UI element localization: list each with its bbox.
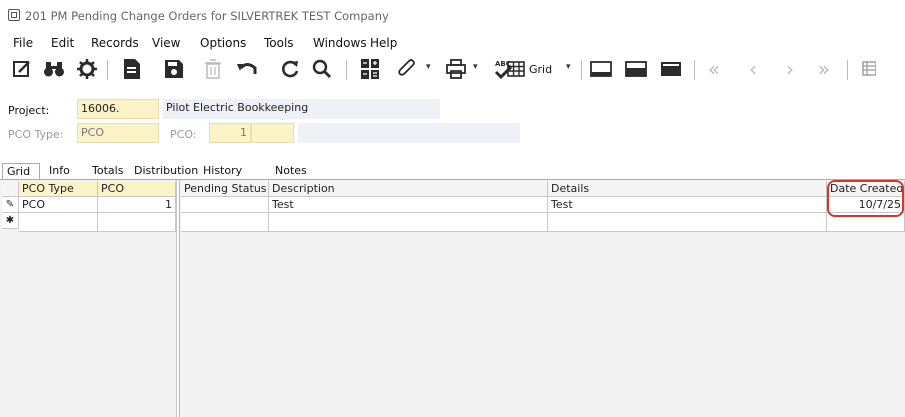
first-record-icon[interactable]: « — [701, 56, 727, 82]
prev-record-icon[interactable]: ‹ — [740, 56, 766, 82]
menu-file[interactable]: File — [13, 36, 33, 50]
grid-icon[interactable] — [504, 56, 528, 82]
window-title: 201 PM Pending Change Orders for SILVERT… — [25, 9, 389, 23]
search-icon[interactable] — [309, 56, 335, 82]
layout-bottom-icon[interactable] — [588, 56, 614, 82]
new-row-cell-pco-type[interactable] — [19, 213, 98, 232]
toolbar-separator — [694, 60, 695, 80]
print-icon[interactable] — [443, 56, 469, 82]
column-header-description[interactable]: Description — [269, 181, 548, 197]
cell-pco[interactable]: 1 — [98, 197, 176, 213]
print-dropdown-icon[interactable]: ▾ — [473, 62, 478, 72]
grid-view-label[interactable]: Grid — [529, 63, 552, 76]
attach-dropdown-icon[interactable]: ▾ — [426, 62, 431, 72]
menu-tools[interactable]: Tools — [264, 36, 294, 50]
pco-label: PCO: — [170, 128, 197, 141]
column-header-pco-type[interactable]: PCO Type — [19, 181, 98, 197]
cell-date-created[interactable]: 10/7/25 — [827, 197, 905, 213]
new-row-marker[interactable]: ✱ — [2, 213, 19, 229]
menu-windows[interactable]: Windows — [313, 36, 367, 50]
toolbar-separator — [847, 60, 848, 80]
project-name-field: Pilot Electric Bookkeeping — [163, 99, 440, 119]
menu-edit[interactable]: Edit — [51, 36, 74, 50]
project-field[interactable]: 16006. — [77, 99, 159, 119]
tab-totals[interactable]: Totals — [92, 163, 123, 180]
cell-details[interactable]: Test — [548, 197, 827, 213]
tab-history[interactable]: History — [203, 163, 242, 180]
toolbar-separator — [581, 60, 582, 80]
cell-pending-status[interactable] — [181, 197, 269, 213]
tab-grid[interactable]: Grid — [2, 163, 40, 180]
paperclip-icon[interactable] — [394, 56, 420, 82]
menu-help[interactable]: Help — [370, 36, 397, 50]
cell-pco-type[interactable]: PCO — [19, 197, 98, 213]
new-row-cell-pco[interactable] — [98, 213, 176, 232]
grid-dropdown-icon[interactable]: ▾ — [566, 62, 571, 72]
save-icon[interactable] — [161, 56, 187, 82]
row-header-corner — [2, 181, 19, 197]
binoculars-icon[interactable] — [41, 56, 67, 82]
new-row-cell-date-created[interactable] — [827, 213, 905, 232]
pco-description-field — [298, 123, 520, 143]
refresh-icon[interactable] — [277, 56, 303, 82]
pco-extra-field[interactable] — [251, 123, 294, 143]
new-row-cell-description[interactable] — [269, 213, 548, 232]
undo-icon[interactable] — [234, 56, 260, 82]
column-header-date-created[interactable]: Date Created — [827, 181, 905, 197]
pco-type-field[interactable]: PCO — [77, 123, 159, 143]
column-header-details[interactable]: Details — [548, 181, 827, 197]
next-record-icon[interactable]: › — [777, 56, 803, 82]
tab-distribution[interactable]: Distribution — [134, 163, 198, 180]
column-header-pending-status[interactable]: Pending Status — [181, 181, 269, 197]
grid-splitter[interactable] — [177, 180, 180, 417]
gear-icon[interactable] — [74, 56, 100, 82]
toolbar-separator — [107, 60, 108, 80]
edit-icon[interactable] — [9, 56, 35, 82]
new-row-cell-details[interactable] — [548, 213, 827, 232]
new-row-cell-pending-status[interactable] — [181, 213, 269, 232]
layout-split-icon[interactable] — [623, 56, 649, 82]
project-label: Project: — [8, 104, 50, 117]
last-record-icon[interactable]: » — [811, 56, 837, 82]
row-edit-marker[interactable]: ✎ — [2, 197, 19, 213]
tab-info[interactable]: Info — [49, 163, 70, 180]
pco-field[interactable]: 1 — [209, 123, 251, 143]
calculator-icon[interactable] — [357, 56, 383, 82]
window-icon — [8, 9, 20, 21]
trash-icon[interactable] — [200, 56, 226, 82]
column-header-pco[interactable]: PCO — [98, 181, 176, 197]
tab-notes[interactable]: Notes — [275, 163, 307, 180]
menu-records[interactable]: Records — [91, 36, 139, 50]
layout-full-icon[interactable] — [658, 56, 684, 82]
menu-view[interactable]: View — [152, 36, 180, 50]
pco-type-label: PCO Type: — [8, 128, 64, 141]
grid-settings-icon[interactable] — [862, 56, 882, 82]
cell-description[interactable]: Test — [269, 197, 548, 213]
toolbar-separator — [346, 60, 347, 80]
document-icon[interactable] — [119, 56, 145, 82]
menu-options[interactable]: Options — [200, 36, 246, 50]
